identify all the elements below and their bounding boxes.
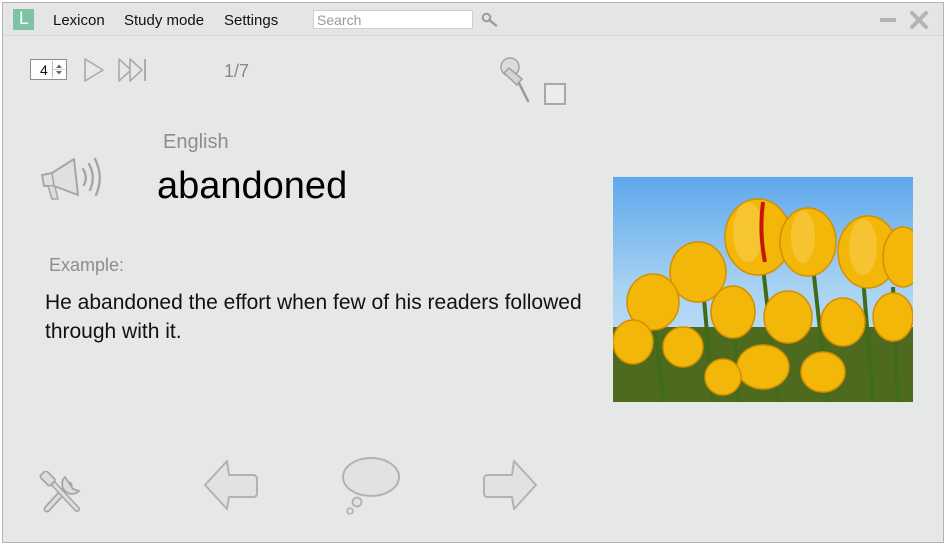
speech-bubble-icon[interactable] bbox=[341, 455, 403, 517]
menu-settings[interactable]: Settings bbox=[224, 12, 278, 29]
pin-icon[interactable] bbox=[495, 55, 531, 105]
example-text: He abandoned the effort when few of his … bbox=[45, 291, 582, 343]
skip-forward-icon[interactable] bbox=[117, 57, 149, 83]
back-arrow-icon[interactable] bbox=[201, 457, 259, 515]
search-icon[interactable] bbox=[481, 12, 499, 28]
pin-checkbox[interactable] bbox=[544, 83, 566, 105]
logo-icon[interactable]: L bbox=[13, 9, 34, 30]
tools-icon[interactable] bbox=[39, 471, 87, 519]
app-window: L Lexicon Study mode Settings 4 bbox=[2, 2, 944, 543]
stepper-arrows[interactable] bbox=[52, 61, 65, 78]
word-title: abandoned bbox=[157, 165, 348, 207]
repeat-value: 4 bbox=[40, 62, 48, 78]
stepper-up-down-icon[interactable] bbox=[53, 61, 65, 78]
menu-study-mode[interactable]: Study mode bbox=[124, 12, 204, 29]
search-input[interactable] bbox=[313, 10, 473, 29]
example-label: Example: bbox=[49, 255, 125, 275]
forward-arrow-icon[interactable] bbox=[482, 457, 540, 515]
speaker-icon[interactable] bbox=[38, 153, 104, 205]
minimize-icon[interactable] bbox=[879, 13, 897, 27]
top-bar: L Lexicon Study mode Settings bbox=[3, 3, 943, 36]
tulips-image bbox=[613, 177, 913, 402]
repeat-stepper[interactable]: 4 bbox=[30, 59, 67, 80]
close-icon[interactable] bbox=[909, 10, 929, 30]
menu-lexicon[interactable]: Lexicon bbox=[53, 12, 105, 29]
card-counter: 1/7 bbox=[224, 61, 250, 81]
play-icon[interactable] bbox=[82, 57, 106, 83]
language-label: English bbox=[163, 131, 229, 153]
